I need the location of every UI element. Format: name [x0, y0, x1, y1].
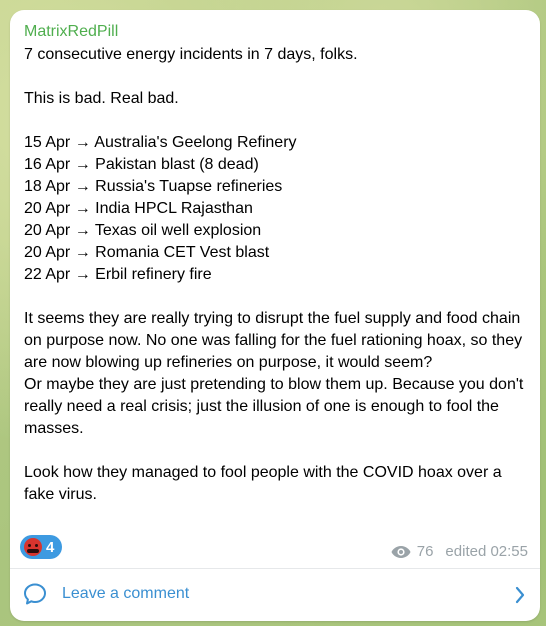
incident-line: 22 Apr → Erbil refinery fire — [24, 266, 212, 283]
view-count: 76 — [416, 543, 434, 560]
reaction-pill[interactable]: 4 — [20, 535, 63, 559]
message-line: 7 consecutive energy incidents in 7 days… — [24, 46, 358, 63]
chevron-right-icon — [515, 586, 525, 604]
incident-line: 18 Apr → Russia's Tuapse refineries — [24, 178, 283, 195]
incident-line: 16 Apr → Pakistan blast (8 dead) — [24, 156, 259, 173]
message-line: This is bad. Real bad. — [24, 90, 179, 107]
message-paragraph: Or maybe they are just pretending to blo… — [24, 376, 524, 437]
message-paragraph: It seems they are really trying to disru… — [24, 310, 523, 371]
incident-line: 20 Apr → Texas oil well explosion — [24, 222, 262, 239]
eye-icon — [391, 545, 411, 558]
incident-line: 20 Apr → Romania CET Vest blast — [24, 244, 270, 261]
incident-line: 20 Apr → India HPCL Rajasthan — [24, 200, 253, 217]
message-text: 7 consecutive energy incidents in 7 days… — [24, 44, 532, 506]
reaction-count: 4 — [46, 538, 55, 556]
angry-face-icon — [24, 538, 42, 556]
message-meta: 76 edited 02:55 — [391, 543, 528, 560]
leave-comment-button[interactable]: Leave a comment — [10, 569, 540, 621]
comment-bubble-icon — [24, 583, 46, 605]
message-bubble: MatrixRedPill 7 consecutive energy incid… — [10, 10, 540, 621]
leave-comment-label: Leave a comment — [62, 585, 190, 602]
edited-timestamp: edited 02:55 — [445, 543, 528, 560]
channel-name[interactable]: MatrixRedPill — [24, 22, 118, 42]
message-paragraph: Look how they managed to fool people wit… — [24, 464, 502, 503]
incident-line: 15 Apr → Australia's Geelong Refinery — [24, 134, 297, 151]
